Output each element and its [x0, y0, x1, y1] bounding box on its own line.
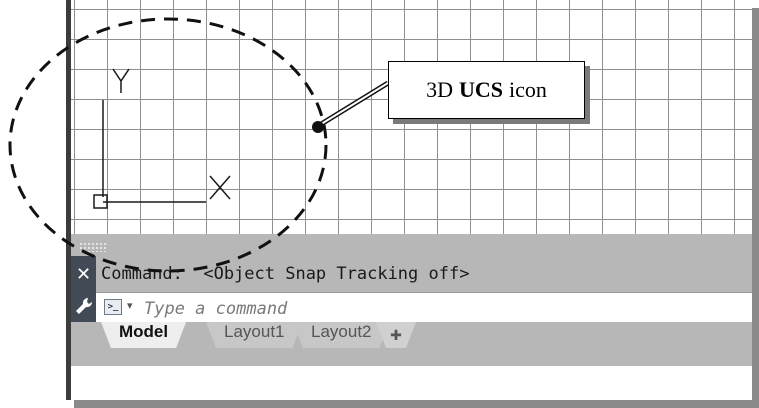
callout-anchor-dot [312, 121, 324, 133]
ucs-icon [93, 68, 231, 209]
callout-suffix: icon [509, 77, 547, 102]
annotation-layer [8, 17, 390, 273]
ucs-callout: 3D UCS icon [388, 61, 585, 119]
callout-bold: UCS [458, 77, 503, 102]
highlight-circle [8, 17, 328, 273]
callout-prefix: 3D [426, 77, 453, 102]
